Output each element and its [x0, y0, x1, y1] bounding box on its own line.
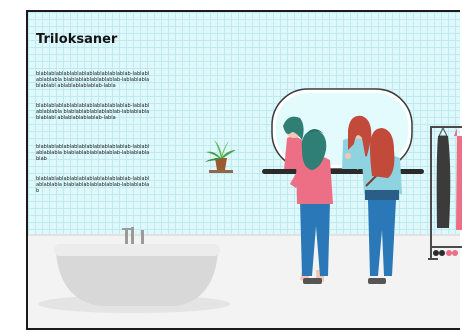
- illustration: [38, 88, 462, 313]
- clothing-rack: [428, 126, 462, 260]
- bathtub: [38, 227, 230, 313]
- potted-plant: [205, 140, 236, 173]
